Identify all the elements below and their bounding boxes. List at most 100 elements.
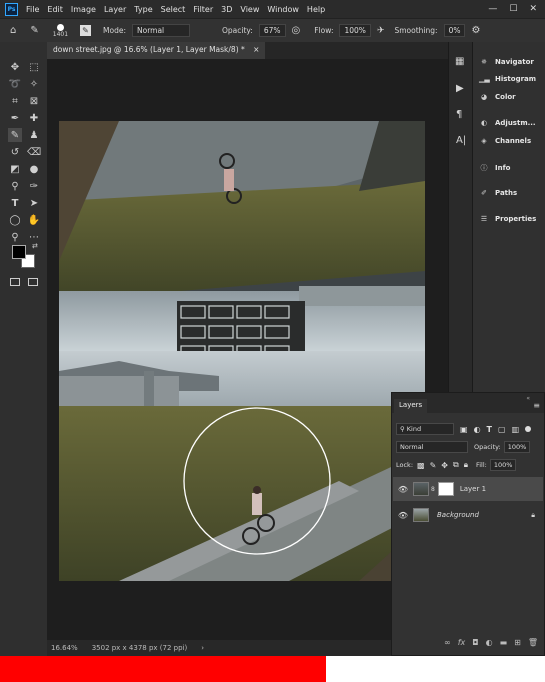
panel-collapse-icon[interactable]: « <box>526 395 530 402</box>
properties-panel-button[interactable]: ☰ Properties <box>479 215 536 223</box>
smoothing-settings-icon[interactable]: ⚙ <box>471 25 480 36</box>
new-layer-icon[interactable]: ⊞ <box>514 638 521 647</box>
status-menu-icon[interactable]: › <box>201 644 204 652</box>
layer-name[interactable]: Background <box>437 511 479 519</box>
character-icon[interactable]: A| <box>456 135 466 146</box>
opacity-field[interactable]: 67% <box>258 24 286 37</box>
filter-shape-icon[interactable]: ▢ <box>498 425 506 434</box>
crop-tool-icon[interactable]: ⌗ <box>8 94 22 108</box>
menu-file[interactable]: File <box>22 5 43 14</box>
layer-mask-thumbnail[interactable] <box>437 482 454 496</box>
filter-pixel-icon[interactable]: ▣ <box>460 425 468 434</box>
pressure-opacity-icon[interactable]: ◎ <box>292 25 301 36</box>
play-actions-icon[interactable]: ▶ <box>456 83 464 94</box>
layer-lock-icon[interactable]: 🔒︎ <box>531 511 535 520</box>
magic-wand-tool-icon[interactable]: ✧ <box>27 77 41 91</box>
panel-menu-icon[interactable]: ≡ <box>533 401 540 410</box>
menu-view[interactable]: View <box>236 5 263 14</box>
paint-bucket-tool-icon[interactable]: ◩ <box>8 162 22 176</box>
lock-transparent-icon[interactable]: ▩ <box>417 461 425 470</box>
path-selection-tool-icon[interactable]: ➤ <box>27 196 41 210</box>
navigator-panel-button[interactable]: ✵ Navigator <box>479 58 534 66</box>
hand-tool-icon[interactable]: ✋ <box>27 213 41 227</box>
pen-tool-icon[interactable]: ✑ <box>27 179 41 193</box>
grid-panel-icon[interactable]: ▦ <box>455 56 464 67</box>
adjustments-panel-button[interactable]: ◐ Adjustm... <box>479 119 536 127</box>
ellipse-tool-icon[interactable]: ◯ <box>8 213 22 227</box>
clone-stamp-tool-icon[interactable]: ♟ <box>27 128 41 142</box>
layer-row-layer-1[interactable]: 👁︎ 8 Layer 1 <box>393 477 543 501</box>
info-panel-button[interactable]: ⓘ Info <box>479 163 511 173</box>
layer-opacity-field[interactable]: 100% <box>503 441 531 453</box>
menu-edit[interactable]: Edit <box>43 5 67 14</box>
histogram-panel-button[interactable]: ▁▃ Histogram <box>479 75 536 83</box>
layer-row-background[interactable]: 👁︎ Background 🔒︎ <box>393 503 543 527</box>
dodge-tool-icon[interactable]: ⚲ <box>8 179 22 193</box>
lock-image-icon[interactable]: ✎ <box>430 461 437 470</box>
zoom-tool-icon[interactable]: ⚲ <box>8 230 22 244</box>
lock-all-icon[interactable]: 🔒︎ <box>464 460 468 470</box>
quick-mask-icon[interactable] <box>10 278 20 286</box>
home-icon[interactable]: ⌂ <box>10 25 16 36</box>
layers-tab[interactable]: Layers <box>394 399 428 413</box>
flow-field[interactable]: 100% <box>339 24 371 37</box>
menu-select[interactable]: Select <box>157 5 190 14</box>
fill-field[interactable]: 100% <box>489 459 517 471</box>
close-tab-icon[interactable]: × <box>253 45 259 54</box>
brush-tool-icon[interactable]: ✎ <box>30 25 38 36</box>
adjustment-layer-icon[interactable]: ◐ <box>486 638 493 647</box>
new-group-icon[interactable]: ▬ <box>500 638 508 647</box>
brush-settings-icon[interactable]: ✎ <box>80 25 92 36</box>
brush-preset-picker[interactable]: 1401 <box>53 23 68 38</box>
layer-style-icon[interactable]: fx <box>458 638 466 647</box>
filter-smart-object-icon[interactable]: ▥ <box>512 425 520 434</box>
airbrush-icon[interactable]: ✈ <box>377 26 385 36</box>
foreground-color-swatch[interactable] <box>12 245 26 259</box>
menu-type[interactable]: Type <box>130 5 156 14</box>
menu-window[interactable]: Window <box>263 5 303 14</box>
layer-name[interactable]: Layer 1 <box>460 485 486 493</box>
maximize-button[interactable]: ☐ <box>509 4 517 14</box>
eyedropper-tool-icon[interactable]: ✒ <box>8 111 22 125</box>
photoshop-logo[interactable]: Ps <box>5 2 18 16</box>
smoothing-field[interactable]: 0% <box>443 24 466 37</box>
document-tab[interactable]: down street.jpg @ 16.6% (Layer 1, Layer … <box>47 42 266 59</box>
menu-image[interactable]: Image <box>67 5 100 14</box>
mode-select[interactable]: Normal <box>132 24 190 37</box>
zoom-level[interactable]: 16.64% <box>51 644 78 652</box>
history-brush-tool-icon[interactable]: ↺ <box>8 145 22 159</box>
paths-panel-button[interactable]: ✐ Paths <box>479 189 517 197</box>
marquee-tool-icon[interactable]: ⬚ <box>27 60 41 74</box>
visibility-eye-icon[interactable]: 👁︎ <box>397 485 409 494</box>
blur-tool-icon[interactable]: ● <box>27 162 41 176</box>
lock-position-icon[interactable]: ✥ <box>441 461 448 470</box>
channels-panel-button[interactable]: ◈ Channels <box>479 137 531 145</box>
brush-tool-icon[interactable]: ✎ <box>8 128 22 142</box>
filter-type-icon[interactable]: T <box>487 425 492 434</box>
close-button[interactable]: ✕ <box>529 4 537 14</box>
paragraph-icon[interactable]: ¶ <box>456 109 462 120</box>
swap-colors-icon[interactable]: ⇄ <box>32 242 38 250</box>
visibility-eye-icon[interactable]: 👁︎ <box>397 511 409 520</box>
chain-link-icon[interactable]: 8 <box>431 486 435 493</box>
menu-layer[interactable]: Layer <box>100 5 130 14</box>
video-progress-bar[interactable] <box>0 656 326 682</box>
add-mask-icon[interactable]: ◘ <box>472 638 478 647</box>
lock-artboard-icon[interactable]: ⧉ <box>453 460 459 470</box>
filter-kind-select[interactable]: ⚲ Kind <box>396 423 454 435</box>
menu-help[interactable]: Help <box>303 5 329 14</box>
frame-tool-icon[interactable]: ⊠ <box>27 94 41 108</box>
filter-toggle-icon[interactable] <box>525 426 532 432</box>
move-tool-icon[interactable]: ✥ <box>8 60 22 74</box>
type-tool-icon[interactable]: T <box>8 196 22 210</box>
menu-3d[interactable]: 3D <box>217 5 236 14</box>
screen-mode-icon[interactable] <box>28 278 38 286</box>
filter-adjustment-icon[interactable]: ◐ <box>474 425 481 434</box>
minimize-button[interactable]: — <box>488 4 497 14</box>
link-layers-icon[interactable]: ∞ <box>444 638 451 647</box>
menu-filter[interactable]: Filter <box>189 5 217 14</box>
delete-layer-icon[interactable]: 🗑︎ <box>528 638 538 647</box>
color-panel-button[interactable]: ◕ Color <box>479 93 516 101</box>
eraser-tool-icon[interactable]: ⌫ <box>27 145 41 159</box>
blend-mode-select[interactable]: Normal <box>396 441 468 453</box>
